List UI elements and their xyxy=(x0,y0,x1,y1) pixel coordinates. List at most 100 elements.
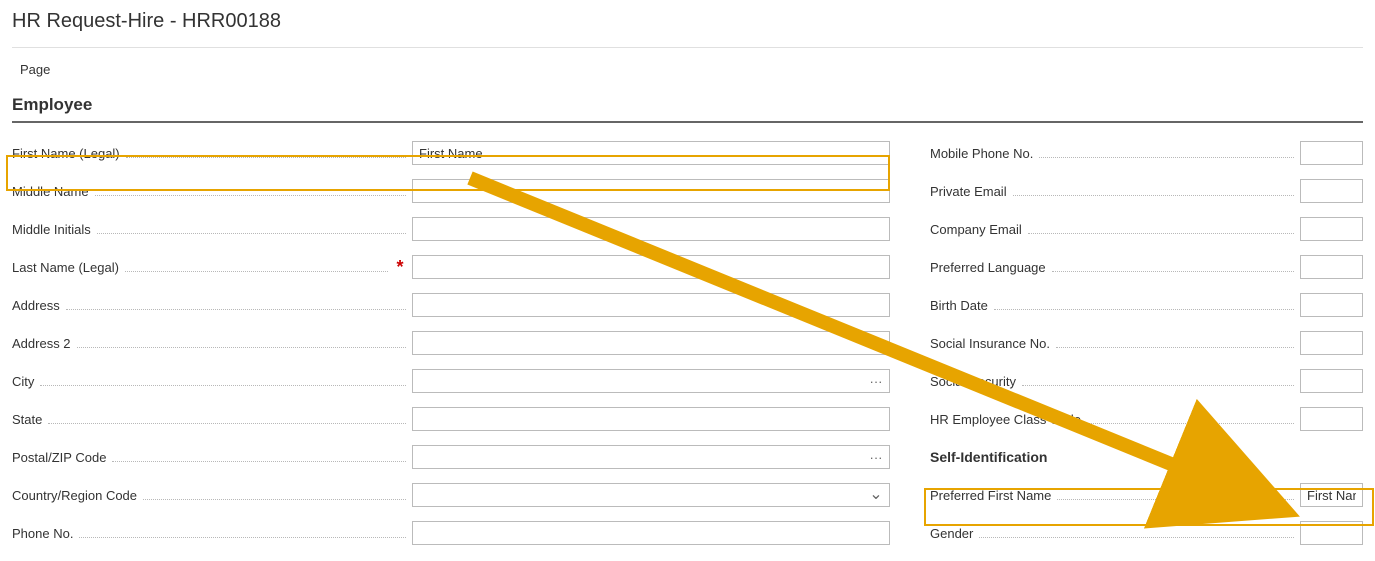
label-mobile-phone-no: Mobile Phone No. xyxy=(930,146,1033,161)
country-region-code-input[interactable] xyxy=(412,483,890,507)
dot-leader xyxy=(1039,148,1294,158)
row-birth-date: Birth Date xyxy=(930,293,1363,317)
input-wrap-middle-initials xyxy=(412,217,890,241)
dot-leader xyxy=(77,338,406,348)
postal-zip-code-input[interactable] xyxy=(412,445,890,469)
label-phone-no: Phone No. xyxy=(12,526,73,541)
label-birth-date: Birth Date xyxy=(930,298,988,313)
address-input[interactable] xyxy=(412,293,890,317)
label-social-insurance-no: Social Insurance No. xyxy=(930,336,1050,351)
label-area: Company Email xyxy=(930,222,1300,237)
dot-leader xyxy=(95,186,406,196)
birth-date-input[interactable] xyxy=(1300,293,1363,317)
mobile-phone-no-input[interactable] xyxy=(1300,141,1363,165)
row-gender: Gender xyxy=(930,521,1363,545)
input-wrap-preferred-first-name xyxy=(1300,483,1363,507)
row-social-security: Social Security xyxy=(930,369,1363,393)
label-area: Mobile Phone No. xyxy=(930,146,1300,161)
label-area: Postal/ZIP Code xyxy=(12,450,412,465)
label-city: City xyxy=(12,374,34,389)
dot-leader xyxy=(40,376,406,386)
row-state: State xyxy=(12,407,890,431)
row-middle-initials: Middle Initials xyxy=(12,217,890,241)
dot-leader xyxy=(79,528,406,538)
dot-leader xyxy=(66,300,406,310)
label-hr-employee-class-code: HR Employee Class Code xyxy=(930,412,1081,427)
hr-employee-class-code-input[interactable] xyxy=(1300,407,1363,431)
dot-leader xyxy=(1022,376,1294,386)
row-hr-employee-class-code: HR Employee Class Code xyxy=(930,407,1363,431)
label-area: Last Name (Legal)* xyxy=(12,257,412,278)
input-wrap-middle-name xyxy=(412,179,890,203)
label-area: Preferred First Name xyxy=(930,488,1300,503)
preferred-language-input[interactable] xyxy=(1300,255,1363,279)
dot-leader xyxy=(112,452,406,462)
first-name-legal-input[interactable] xyxy=(412,141,890,165)
label-first-name-legal: First Name (Legal) xyxy=(12,146,120,161)
input-wrap-company-email xyxy=(1300,217,1363,241)
social-insurance-no-input[interactable] xyxy=(1300,331,1363,355)
city-input[interactable] xyxy=(412,369,890,393)
label-area: City xyxy=(12,374,412,389)
ellipsis-icon[interactable]: ··· xyxy=(866,445,886,469)
dot-leader xyxy=(1087,414,1294,424)
form-grid: First Name (Legal) Middle Name Middle Init… xyxy=(12,141,1363,545)
label-state: State xyxy=(12,412,42,427)
label-postal-zip-code: Postal/ZIP Code xyxy=(12,450,106,465)
input-wrap-state xyxy=(412,407,890,431)
private-email-input[interactable] xyxy=(1300,179,1363,203)
label-area: Address 2 xyxy=(12,336,412,351)
required-asterisk: * xyxy=(394,257,406,278)
input-wrap-country-region-code: ⌄ xyxy=(412,483,890,507)
row-company-email: Company Email xyxy=(930,217,1363,241)
input-wrap-hr-employee-class-code xyxy=(1300,407,1363,431)
state-input[interactable] xyxy=(412,407,890,431)
middle-name-input[interactable] xyxy=(412,179,890,203)
middle-initials-input[interactable] xyxy=(412,217,890,241)
section-header-employee: Employee xyxy=(12,95,1363,123)
dot-leader xyxy=(126,148,406,158)
input-wrap-social-insurance-no xyxy=(1300,331,1363,355)
label-address: Address xyxy=(12,298,60,313)
input-wrap-last-name-legal xyxy=(412,255,890,279)
subheading-self-identification: Self-Identification xyxy=(930,445,1363,469)
label-area: Middle Initials xyxy=(12,222,412,237)
label-area: Address xyxy=(12,298,412,313)
row-postal-zip-code: Postal/ZIP Code ··· xyxy=(12,445,890,469)
input-wrap-mobile-phone-no xyxy=(1300,141,1363,165)
label-area: Social Security xyxy=(930,374,1300,389)
phone-no-input[interactable] xyxy=(412,521,890,545)
dot-leader xyxy=(994,300,1294,310)
row-phone-no: Phone No. xyxy=(12,521,890,545)
last-name-legal-input[interactable] xyxy=(412,255,890,279)
label-area: First Name (Legal) xyxy=(12,146,412,161)
address-2-input[interactable] xyxy=(412,331,890,355)
ellipsis-icon[interactable]: ··· xyxy=(866,369,886,393)
row-social-insurance-no: Social Insurance No. xyxy=(930,331,1363,355)
label-middle-name: Middle Name xyxy=(12,184,89,199)
label-private-email: Private Email xyxy=(930,184,1007,199)
company-email-input[interactable] xyxy=(1300,217,1363,241)
social-security-input[interactable] xyxy=(1300,369,1363,393)
label-area: State xyxy=(12,412,412,427)
dot-leader xyxy=(1056,338,1294,348)
label-social-security: Social Security xyxy=(930,374,1016,389)
input-wrap-address xyxy=(412,293,890,317)
chevron-down-icon[interactable]: ⌄ xyxy=(866,483,886,507)
input-wrap-address-2 xyxy=(412,331,890,355)
dot-leader xyxy=(97,224,406,234)
input-wrap-city: ··· xyxy=(412,369,890,393)
label-address-2: Address 2 xyxy=(12,336,71,351)
column-right: Mobile Phone No. Private Email Company Ema… xyxy=(930,141,1363,545)
subheading-label: Self-Identification xyxy=(930,449,1047,465)
label-gender: Gender xyxy=(930,526,973,541)
row-middle-name: Middle Name xyxy=(12,179,890,203)
preferred-first-name-input[interactable] xyxy=(1300,483,1363,507)
gender-input[interactable] xyxy=(1300,521,1363,545)
label-area: Phone No. xyxy=(12,526,412,541)
input-wrap-phone-no xyxy=(412,521,890,545)
dot-leader xyxy=(1052,262,1294,272)
toolbar-page[interactable]: Page xyxy=(12,47,1363,91)
label-company-email: Company Email xyxy=(930,222,1022,237)
input-wrap-birth-date xyxy=(1300,293,1363,317)
